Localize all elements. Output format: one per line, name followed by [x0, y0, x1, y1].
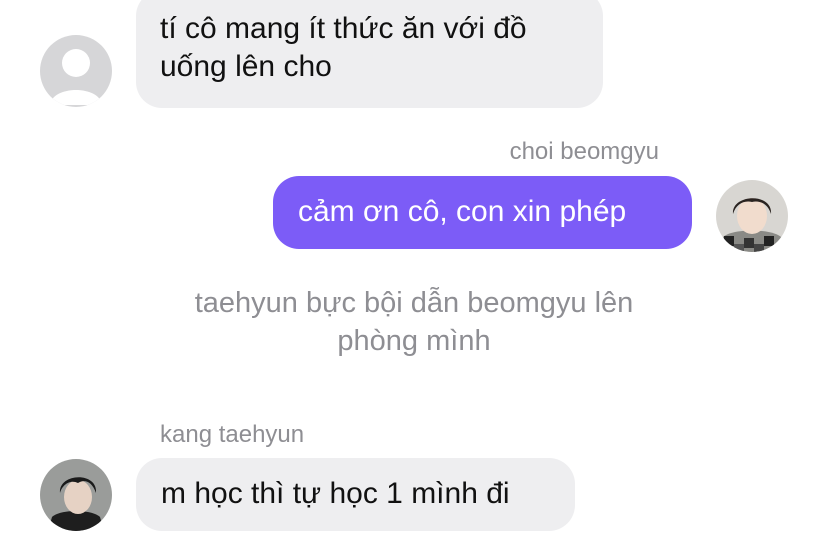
message-bubble-incoming[interactable]: m học thì tự học 1 mình đi [136, 458, 575, 531]
default-avatar-icon[interactable] [40, 35, 112, 107]
avatar-beomgyu[interactable] [716, 180, 788, 252]
sender-name: kang taehyun [160, 421, 305, 448]
person-icon [40, 35, 112, 107]
profile-photo-icon [716, 180, 788, 252]
avatar-taehyun[interactable] [40, 459, 112, 531]
chat-thread: tí cô mang ít thức ăn với đồ uống lên ch… [0, 0, 828, 547]
profile-photo-icon [40, 459, 112, 531]
narration-text: taehyun bực bội dẫn beomgyu lên phòng mì… [194, 287, 634, 357]
message-text: cảm ơn cô, con xin phép [298, 195, 627, 228]
message-bubble-outgoing[interactable]: cảm ơn cô, con xin phép [273, 176, 692, 249]
message-text: tí cô mang ít thức ăn với đồ uống lên ch… [160, 12, 527, 83]
sender-name: choi beomgyu [509, 138, 659, 165]
message-bubble-incoming[interactable]: tí cô mang ít thức ăn với đồ uống lên ch… [136, 0, 603, 108]
message-text: m học thì tự học 1 mình đi [161, 477, 510, 510]
